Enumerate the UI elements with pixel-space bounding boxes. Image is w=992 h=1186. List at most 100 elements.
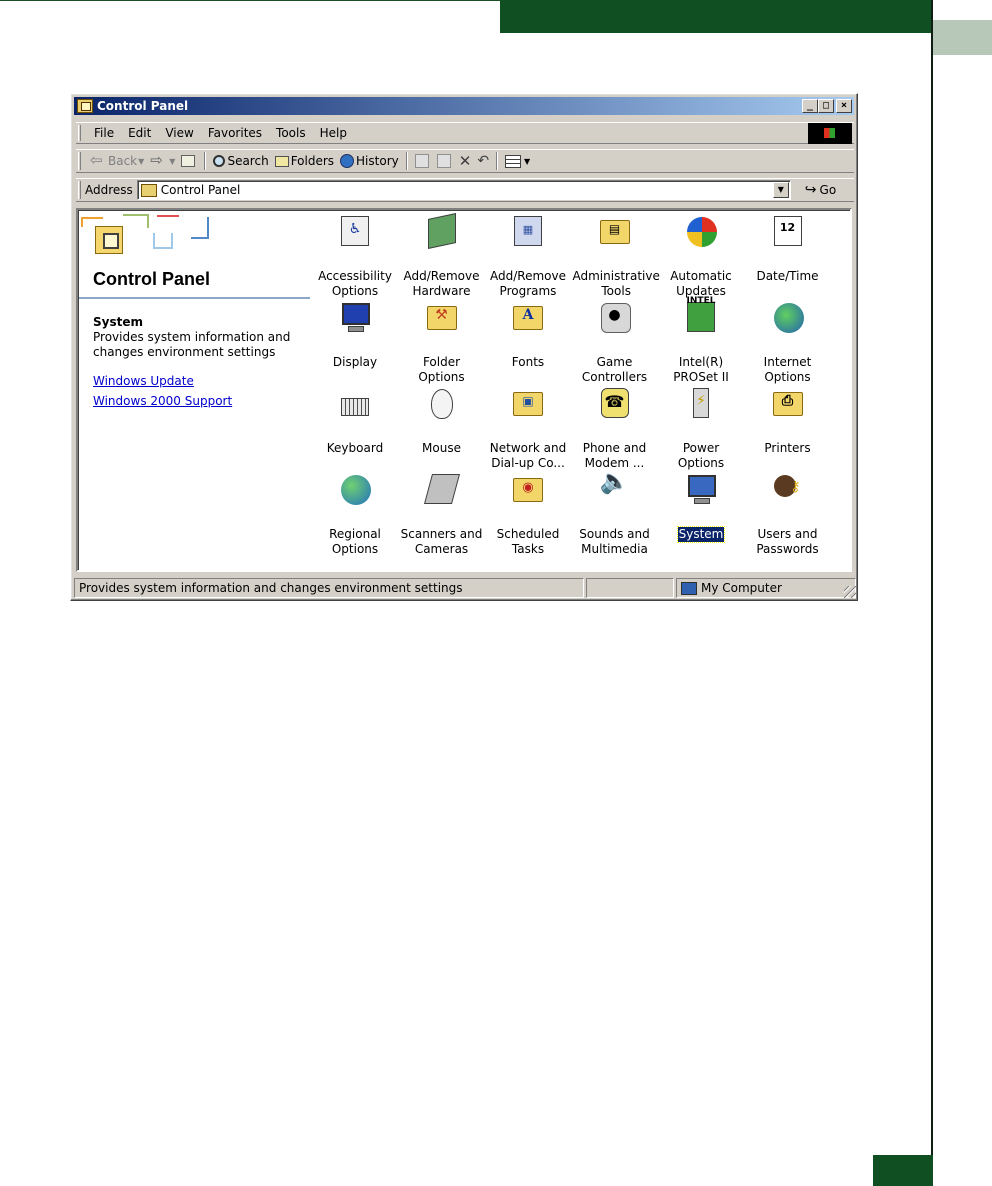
cp-item-label: Power Options [677,441,725,470]
title-bar[interactable]: Control Panel _ □ × [74,97,854,115]
folders-button[interactable]: Folders [272,151,337,171]
cp-item-phone-and-modem[interactable]: ☎ Phone and Modem ... [572,386,658,471]
control-panel-icon [77,99,93,113]
cp-item-automatic-updates[interactable]: Automatic Updates [658,214,744,299]
cp-item-folder-options[interactable]: ⚒ Folder Options [399,300,485,385]
pane-title-underline [79,297,310,299]
cp-item-accessibility-options[interactable]: ♿ Accessibility Options [312,214,398,299]
address-dropdown-icon[interactable]: ▼ [772,182,789,198]
views-icon [505,154,522,168]
web-view-pane: Control Panel System Provides system inf… [79,211,312,571]
close-button[interactable]: × [836,99,852,113]
cp-item-keyboard[interactable]: Keyboard [312,386,398,456]
computer-icon [683,472,719,508]
cp-item-network-and-dial-up-co[interactable]: ▣ Network and Dial-up Co... [485,386,571,471]
pane-title: Control Panel [93,269,211,289]
back-dropdown-icon[interactable]: ▼ [138,157,144,166]
network-icon: ▣ [510,386,546,422]
cp-item-regional-options[interactable]: Regional Options [312,472,398,557]
address-bar: Address Control Panel ▼ ↪ Go [76,178,854,202]
control-panel-small-icon [140,183,157,197]
cp-item-date-time[interactable]: 12 Date/Time [745,214,831,284]
cp-item-add-remove-programs[interactable]: ▦ Add/Remove Programs [485,214,571,299]
copy-to-button[interactable] [434,151,456,171]
cp-item-label: System [676,526,726,543]
accessibility-icon: ♿ [337,214,373,250]
internet-icon [770,300,806,336]
datetime-icon: 12 [770,214,806,250]
resize-grip[interactable] [844,586,856,598]
folder-options-icon: ⚒ [424,300,460,336]
menu-edit[interactable]: Edit [121,126,158,140]
back-arrow-icon [90,151,106,169]
cp-item-mouse[interactable]: Mouse [399,386,485,456]
cp-item-label: Users and Passwords [756,527,819,556]
page-header-band [500,0,932,33]
cp-item-display[interactable]: Display [312,300,398,370]
toolbar-grip[interactable] [78,152,81,170]
cp-item-scanners-and-cameras[interactable]: Scanners and Cameras [399,472,485,557]
menu-file[interactable]: File [87,126,121,140]
views-button[interactable]: ▼ [502,151,533,171]
delete-button[interactable]: ✕ [456,151,475,171]
menu-help[interactable]: Help [313,126,354,140]
phone-icon: ☎ [597,386,633,422]
power-icon: ⚡ [683,386,719,422]
scanner-icon [423,472,460,508]
printer-icon: ⎙ [770,386,806,422]
maximize-button[interactable]: □ [818,99,834,113]
updates-icon [683,214,719,250]
cp-item-power-options[interactable]: ⚡ Power Options [658,386,744,471]
menu-tools[interactable]: Tools [269,126,313,140]
cp-item-internet-options[interactable]: Internet Options [745,300,831,385]
go-button[interactable]: ↪ Go [805,182,836,198]
windows-logo-icon [808,123,852,144]
cp-item-fonts[interactable]: A Fonts [485,300,571,370]
up-folder-icon [181,155,196,167]
folders-label: Folders [290,154,335,168]
cp-item-sounds-and-multimedia[interactable]: 🔈 Sounds and Multimedia [572,469,658,557]
tasks-icon: ◉ [510,472,546,508]
cp-item-game-controllers[interactable]: ● Game Controllers [572,300,658,385]
minimize-button[interactable]: _ [802,99,818,113]
caption-buttons: _ □ × [802,99,852,113]
address-input[interactable]: Control Panel ▼ [136,180,791,200]
search-button[interactable]: Search [210,151,271,171]
menu-favorites[interactable]: Favorites [201,126,269,140]
address-label: Address [85,183,133,197]
cp-item-label: Internet Options [763,355,812,384]
cp-item-users-and-passwords[interactable]: ⚷ Users and Passwords [745,472,831,557]
cp-item-label: Administrative Tools [572,269,660,298]
status-bar: Provides system information and changes … [74,578,856,598]
windows-update-link[interactable]: Windows Update [93,374,194,388]
addressbar-grip[interactable] [78,181,81,199]
intel-icon: INTEL [683,296,719,336]
cp-item-printers[interactable]: ⎙ Printers [745,386,831,456]
windows-2000-support-link[interactable]: Windows 2000 Support [93,394,232,408]
cp-item-intel-r-proset-ii[interactable]: INTEL Intel(R) PROSet II [658,296,744,385]
status-text: Provides system information and changes … [74,578,584,598]
history-button[interactable]: History [337,151,402,171]
menu-view[interactable]: View [158,126,200,140]
display-icon [337,300,373,336]
cp-item-system[interactable]: System [658,472,744,543]
control-panel-window: Control Panel _ □ × File Edit View Favor… [70,93,858,601]
go-arrow-icon: ↪ [804,182,817,198]
cp-item-label: Add/Remove Programs [490,269,566,298]
cp-item-label: Printers [764,441,811,455]
cp-item-add-remove-hardware[interactable]: Add/Remove Hardware [399,213,485,299]
forward-dropdown-icon[interactable]: ▼ [169,157,175,166]
forward-button[interactable]: ▼ [147,151,178,171]
hardware-icon [424,213,460,250]
up-button[interactable] [178,151,200,171]
toolbar-separator [204,152,207,170]
move-to-icon [414,154,429,168]
menubar-grip[interactable] [78,125,81,141]
cp-item-administrative-tools[interactable]: ▤ Administrative Tools [572,214,660,299]
go-label: Go [819,183,837,197]
cp-item-scheduled-tasks[interactable]: ◉ Scheduled Tasks [485,472,571,557]
back-button[interactable]: Back ▼ [87,151,147,171]
toolbar-separator [405,152,408,170]
move-to-button[interactable] [412,151,434,171]
undo-button[interactable]: ↶ [474,151,492,171]
